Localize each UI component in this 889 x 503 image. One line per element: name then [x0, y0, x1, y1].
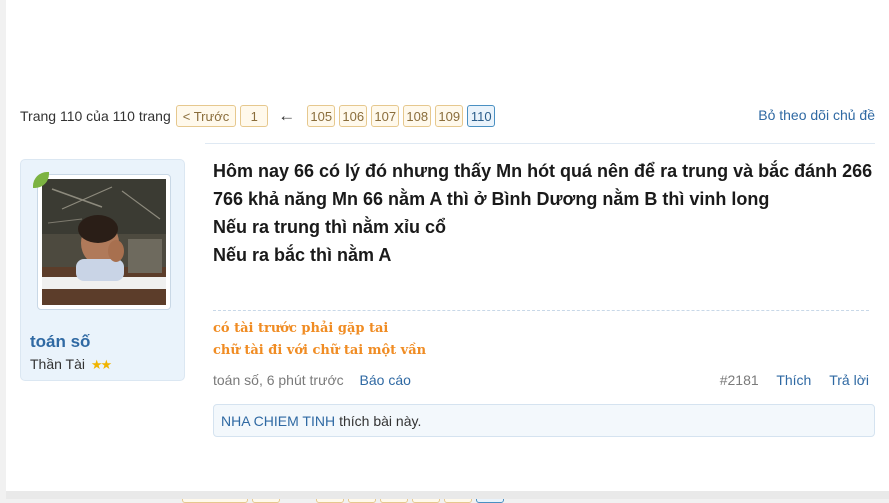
- post-meta: toán số, 6 phút trước Báo cáo: [213, 372, 411, 388]
- page: Trang 110 của 110 trang < Trước 1 ← 105 …: [6, 0, 889, 503]
- first-page-button[interactable]: 1: [240, 105, 269, 127]
- signature-separator: [213, 310, 869, 311]
- user-title-text: Thần Tài: [30, 356, 85, 372]
- current-page-button[interactable]: 110: [467, 105, 496, 127]
- message-line: Hôm nay 66 có lý đó nhưng thấy Mn hót qu…: [213, 161, 873, 209]
- jump-arrow-icon[interactable]: ←: [278, 106, 295, 126]
- signature-line: có tài trước phải gặp tai: [213, 321, 389, 336]
- post-author-link[interactable]: toán số: [213, 372, 259, 388]
- post-time: , 6 phút trước: [258, 372, 344, 388]
- username[interactable]: toán số: [30, 332, 90, 352]
- likes-text: thích bài này.: [339, 412, 422, 429]
- page-button-109[interactable]: 109: [435, 105, 464, 127]
- page-button-106[interactable]: 106: [339, 105, 368, 127]
- post-actions: #2181 Thích Trả lời: [720, 372, 869, 388]
- signature: có tài trước phải gặp tai chữ tài đi với…: [213, 318, 426, 362]
- user-title: Thần Tài ★★: [30, 356, 112, 373]
- reply-link[interactable]: Trả lời: [829, 372, 869, 388]
- avatar[interactable]: [37, 174, 171, 310]
- likes-summary: NHA CHIEM TINH thích bài này.: [213, 404, 875, 437]
- page-button-105[interactable]: 105: [307, 105, 336, 127]
- user-info-panel: toán số Thần Tài ★★: [20, 159, 185, 381]
- page-bottom-edge: [6, 491, 889, 499]
- page-button-108[interactable]: 108: [403, 105, 432, 127]
- signature-line: chữ tài đi với chữ tai một vần: [213, 343, 427, 358]
- report-link[interactable]: Báo cáo: [360, 372, 411, 388]
- page-navigation: Trang 110 của 110 trang < Trước 1 ← 105 …: [20, 104, 499, 128]
- page-count-label: Trang 110 của 110 trang: [20, 108, 171, 124]
- post-message: Hôm nay 66 có lý đó nhưng thấy Mn hót qu…: [213, 157, 873, 269]
- like-link[interactable]: Thích: [776, 372, 811, 388]
- avatar-image: [42, 179, 166, 305]
- page-button-107[interactable]: 107: [371, 105, 400, 127]
- liker-link[interactable]: NHA CHIEM TINH: [221, 413, 335, 429]
- divider: [205, 143, 875, 144]
- prev-page-button[interactable]: < Trước: [175, 105, 237, 127]
- message-line: Nếu ra trung thì nằm xỉu cổ: [213, 217, 447, 237]
- rank-stars-icon: ★★: [90, 357, 112, 372]
- unwatch-thread-link[interactable]: Bỏ theo dõi chủ đề: [758, 107, 875, 123]
- message-line: Nếu ra bắc thì nằm A: [213, 245, 392, 265]
- post-number-link[interactable]: #2181: [720, 372, 759, 388]
